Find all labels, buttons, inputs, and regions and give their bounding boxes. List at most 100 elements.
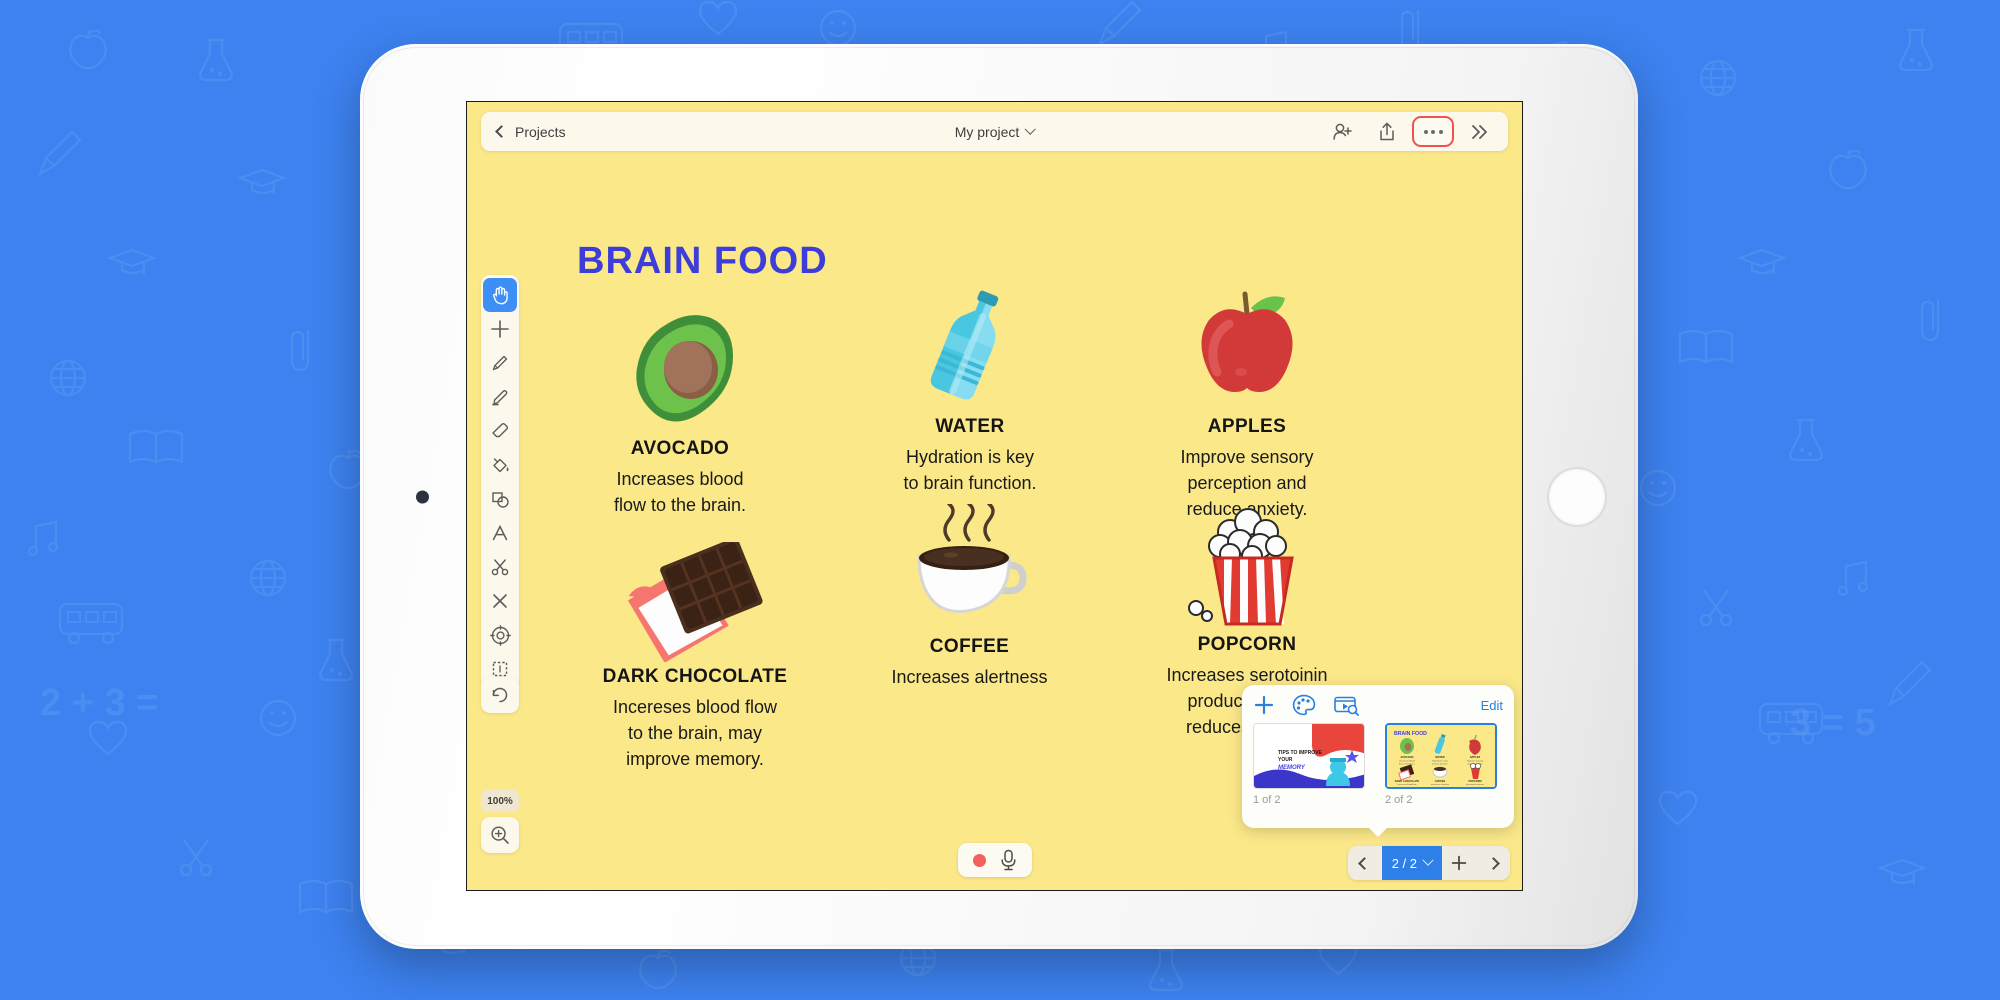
svg-text:2 + 3 =: 2 + 3 = xyxy=(40,682,158,724)
add-tool-icon xyxy=(491,320,509,338)
page-navigation: 2 / 2 xyxy=(1347,846,1510,880)
add-page-button[interactable] xyxy=(1442,846,1476,880)
card-caption: DARK CHOCOLATE xyxy=(602,666,788,687)
apple-illustration xyxy=(1107,291,1387,412)
card-caption: APPLES xyxy=(1207,416,1287,437)
svg-text:AVOCADO: AVOCADO xyxy=(1400,755,1413,759)
text-tool-icon xyxy=(492,524,508,541)
slide-2-preview[interactable]: BRAIN FOOD AVOCADO WATER APPLES Increases … xyxy=(1385,723,1497,789)
marker-tool-icon xyxy=(492,390,508,406)
add-slide-icon[interactable] xyxy=(1253,694,1275,716)
undo-button[interactable] xyxy=(481,677,519,713)
expand-panel-button[interactable] xyxy=(1460,117,1498,147)
tool-fill[interactable] xyxy=(483,448,517,482)
svg-text:to brain function.: to brain function. xyxy=(1432,762,1449,765)
card-apples: APPLES Improve sensory perception and re… xyxy=(1107,291,1387,522)
svg-text:3 = 5: 3 = 5 xyxy=(1790,702,1876,744)
card-avocado: AVOCADO Increases blood flow to the brai… xyxy=(545,314,815,518)
slide-2-label: 2 of 2 xyxy=(1385,794,1413,806)
project-title-dropdown[interactable]: My project xyxy=(954,123,1036,140)
card-description: Hydration is key to brain function. xyxy=(903,447,1037,494)
undo-icon xyxy=(492,687,508,703)
pencil-tool-icon xyxy=(492,355,508,371)
svg-text:Increases blood: Increases blood xyxy=(1399,760,1415,763)
tool-delete[interactable] xyxy=(483,584,517,618)
svg-text:POPCORN: POPCORN xyxy=(1468,779,1481,783)
card-description: Incereses blood flow to the brain, may i… xyxy=(612,697,778,770)
card-coffee: COFFEE Increases alertness xyxy=(837,504,1102,690)
card-dark-chocolate: DARK CHOCOLATE Incereses blood flow to t… xyxy=(545,542,845,772)
share-icon xyxy=(1380,122,1394,140)
card-water: WATER Hydration is key to brain function… xyxy=(845,290,1095,496)
slide-1-preview[interactable]: TIPS TO IMPROVE YOUR MEMORY xyxy=(1253,723,1365,789)
slide-1-label: 1 of 2 xyxy=(1253,794,1281,806)
previous-page-button[interactable] xyxy=(1348,846,1382,880)
zoom-in-button[interactable] xyxy=(481,817,519,853)
front-camera xyxy=(416,490,429,503)
chevron-right-icon xyxy=(1486,856,1500,870)
svg-text:Improve sensory: Improve sensory xyxy=(1467,760,1484,763)
chocolate-illustration xyxy=(545,542,845,662)
tool-add[interactable] xyxy=(483,312,517,346)
tool-pencil[interactable] xyxy=(483,346,517,380)
card-description: Increases alertness xyxy=(891,667,1048,687)
slide-thumbnail-2[interactable]: BRAIN FOOD AVOCADO WATER APPLES Increases … xyxy=(1385,723,1497,806)
project-title-label: My project xyxy=(954,123,1020,140)
card-caption: POPCORN xyxy=(1197,634,1297,655)
record-button[interactable] xyxy=(972,853,986,867)
chevron-left-icon xyxy=(495,125,508,138)
svg-text:Increases blood flow: Increases blood flow xyxy=(1398,783,1417,786)
card-description: Increases blood flow to the brain. xyxy=(613,469,747,516)
svg-text:MEMORY: MEMORY xyxy=(1278,765,1306,771)
svg-text:BRAIN FOOD: BRAIN FOOD xyxy=(1394,731,1427,737)
more-options-icon xyxy=(1423,129,1443,134)
coffee-illustration xyxy=(837,504,1102,632)
card-caption: COFFEE xyxy=(929,636,1010,657)
tool-eraser[interactable] xyxy=(483,414,517,448)
tool-shapes[interactable] xyxy=(483,482,517,516)
edit-slides-button[interactable]: Edit xyxy=(1481,698,1503,713)
popcorn-illustration xyxy=(1107,508,1387,630)
page-counter-dropdown[interactable]: 2 / 2 xyxy=(1381,846,1442,880)
tool-text[interactable] xyxy=(483,516,517,550)
palette-icon[interactable] xyxy=(1292,694,1316,716)
eraser-tool-icon xyxy=(492,422,509,438)
slide-thumbnails: TIPS TO IMPROVE YOUR MEMORY 1 of 2 BRAIN… xyxy=(1253,723,1503,806)
svg-text:TIPS TO IMPROVE: TIPS TO IMPROVE xyxy=(1278,750,1322,756)
add-person-button[interactable] xyxy=(1324,117,1362,147)
tool-scissors[interactable] xyxy=(483,550,517,584)
slide-thumbnail-1[interactable]: TIPS TO IMPROVE YOUR MEMORY 1 of 2 xyxy=(1253,723,1365,806)
page-counter-label: 2 / 2 xyxy=(1391,855,1417,871)
share-button[interactable] xyxy=(1368,117,1406,147)
card-caption: AVOCADO xyxy=(630,438,730,459)
tool-hand[interactable] xyxy=(483,278,517,312)
more-options-button[interactable] xyxy=(1412,116,1454,147)
app-topbar: Projects My project xyxy=(481,112,1508,151)
zoom-level-indicator[interactable]: 100% xyxy=(481,790,519,812)
home-button[interactable] xyxy=(1547,466,1607,527)
chevrons-right-icon xyxy=(1472,124,1487,139)
hand-tool-icon xyxy=(493,286,508,305)
back-to-projects-button[interactable]: Projects xyxy=(495,123,566,140)
tablet-screen: Projects My project 100% BRAIN FOOD AVOC… xyxy=(466,101,1523,891)
target-tool-icon xyxy=(489,624,511,646)
topbar-actions xyxy=(1324,116,1498,147)
add-person-icon xyxy=(1333,123,1352,140)
svg-text:YOUR: YOUR xyxy=(1278,757,1293,763)
plus-icon xyxy=(1451,855,1467,871)
chevron-down-icon xyxy=(1422,854,1434,866)
svg-text:Increases alertness: Increases alertness xyxy=(1431,783,1449,786)
svg-text:APPLES: APPLES xyxy=(1470,755,1481,759)
microphone-icon[interactable] xyxy=(1000,849,1017,871)
back-to-projects-label: Projects xyxy=(515,123,566,140)
next-page-button[interactable] xyxy=(1476,846,1510,880)
svg-text:Increases serotonin: Increases serotonin xyxy=(1466,783,1485,786)
svg-text:Hydration is key: Hydration is key xyxy=(1432,760,1448,763)
svg-text:COFFEE: COFFEE xyxy=(1435,779,1446,783)
media-search-icon[interactable] xyxy=(1333,694,1359,716)
tool-marker[interactable] xyxy=(483,380,517,414)
svg-text:WATER: WATER xyxy=(1435,755,1444,759)
record-toolbar xyxy=(957,843,1032,877)
slide-panel: Edit TIPS TO IMPROVE YOUR MEMORY 1 of 2 … xyxy=(1242,685,1514,828)
tool-target[interactable] xyxy=(483,618,517,652)
